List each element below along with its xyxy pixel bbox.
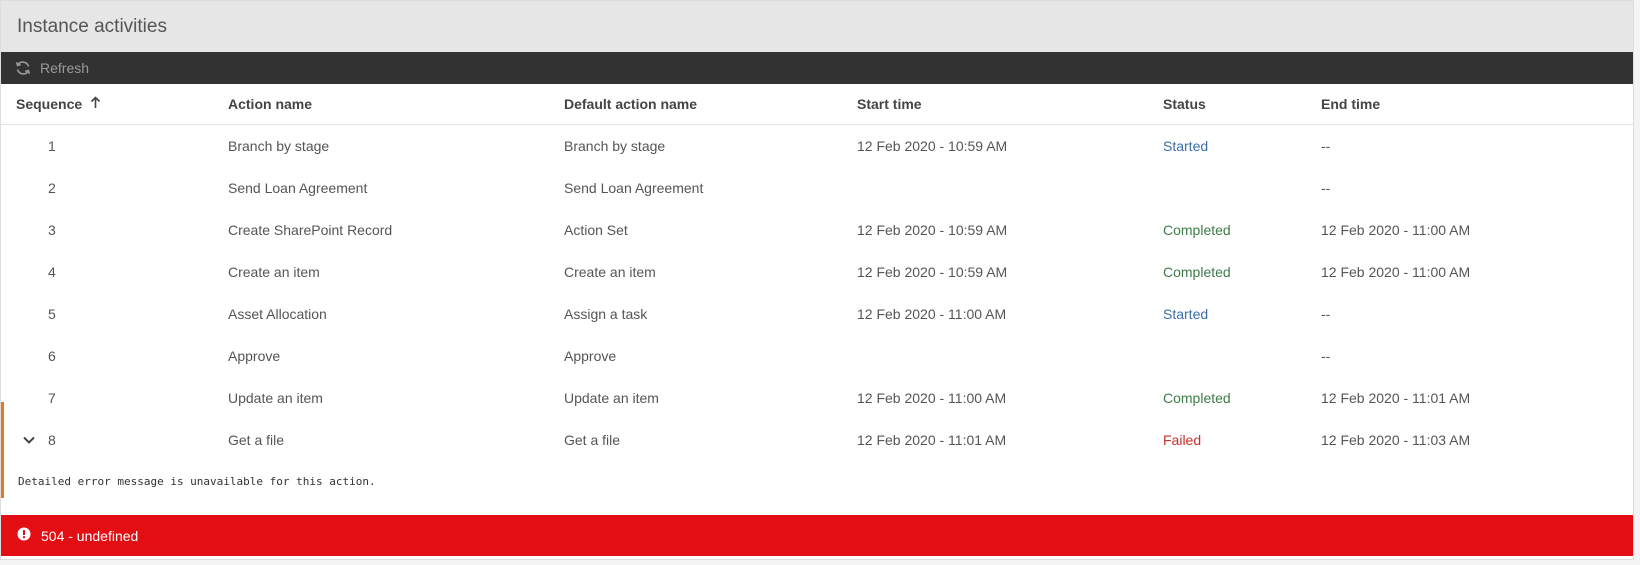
panel-title: Instance activities [17,15,167,37]
sequence-cell: 5 [48,305,56,322]
error-banner: 504 - undefined [1,515,1633,556]
end-time-cell: -- [1321,347,1331,364]
detail-error-message: Detailed error message is unavailable fo… [18,474,376,488]
arrow-up-icon [90,96,101,112]
status-cell: Started [1163,137,1209,154]
table-row[interactable]: 2 Send Loan Agreement Send Loan Agreemen… [1,167,1633,209]
default-action-name-cell: Branch by stage [564,137,666,154]
refresh-icon [15,60,31,76]
status-cell: Completed [1163,221,1231,238]
sequence-cell: 7 [48,389,56,406]
table-row[interactable]: 6 Approve Approve -- [1,335,1633,377]
status-cell [1163,167,1321,209]
expanded-row-indicator [1,402,4,498]
action-name-cell: Branch by stage [228,137,330,154]
end-time-cell: 12 Feb 2020 - 11:01 AM [1321,389,1471,406]
refresh-label: Refresh [40,60,90,76]
end-time-cell: -- [1321,305,1331,322]
sequence-cell: 6 [48,347,56,364]
sequence-cell: 1 [48,137,56,154]
default-action-name-cell: Approve [564,347,617,364]
chevron-down-icon[interactable] [16,435,48,445]
table-row[interactable]: 4 Create an item Create an item 12 Feb 2… [1,251,1633,293]
end-time-cell: -- [1321,137,1331,154]
action-name-cell: Get a file [228,431,285,448]
status-cell: Completed [1163,263,1231,280]
default-action-name-cell: Assign a task [564,305,648,322]
column-header-status[interactable]: Status [1163,84,1321,125]
sequence-cell: 4 [48,263,56,280]
start-time-cell: 12 Feb 2020 - 10:59 AM [857,263,1008,280]
start-time-cell [857,335,1163,377]
status-cell: Completed [1163,389,1231,406]
table-row[interactable]: 3 Create SharePoint Record Action Set 12… [1,209,1633,251]
default-action-name-cell: Action Set [564,221,628,238]
panel-header: Instance activities [1,1,1633,52]
sequence-cell: 8 [48,431,56,448]
activities-table-area: Sequence Action name Default action name… [1,84,1633,533]
default-action-name-cell: Get a file [564,431,621,448]
error-message: 504 - undefined [41,527,139,544]
action-name-cell: Approve [228,347,281,364]
table-row-expanded[interactable]: 8 Get a file Get a file 12 Feb 2020 - 11… [1,419,1633,461]
end-time-cell: 12 Feb 2020 - 11:00 AM [1321,263,1471,280]
default-action-name-cell: Update an item [564,389,659,406]
column-header-action-name[interactable]: Action name [228,84,564,125]
start-time-cell: 12 Feb 2020 - 11:01 AM [857,431,1007,448]
status-cell: Started [1163,305,1209,322]
action-name-cell: Send Loan Agreement [228,179,368,196]
alert-circle-icon [17,527,31,544]
activities-table: Sequence Action name Default action name… [1,84,1633,533]
default-action-name-cell: Create an item [564,263,656,280]
start-time-cell: 12 Feb 2020 - 11:00 AM [857,305,1007,322]
start-time-cell: 12 Feb 2020 - 11:00 AM [857,389,1007,406]
action-name-cell: Asset Allocation [228,305,327,322]
end-time-cell: 12 Feb 2020 - 11:00 AM [1321,221,1471,238]
status-cell: Failed [1163,431,1202,448]
start-time-cell: 12 Feb 2020 - 10:59 AM [857,221,1008,238]
end-time-cell: 12 Feb 2020 - 11:03 AM [1321,431,1471,448]
column-header-end-time[interactable]: End time [1321,84,1633,125]
column-header-start-time[interactable]: Start time [857,84,1163,125]
column-header-sequence[interactable]: Sequence [1,84,228,125]
action-name-cell: Create SharePoint Record [228,221,393,238]
sequence-cell: 2 [48,179,56,196]
status-cell [1163,335,1321,377]
instance-activities-panel: Instance activities Refresh Sequence Act… [0,0,1634,560]
table-header-row: Sequence Action name Default action name… [1,84,1633,125]
table-row[interactable]: 7 Update an item Update an item 12 Feb 2… [1,377,1633,419]
sequence-cell: 3 [48,221,56,238]
refresh-button[interactable]: Refresh [15,60,89,76]
action-name-cell: Create an item [228,263,320,280]
default-action-name-cell: Send Loan Agreement [564,179,704,196]
toolbar: Refresh [1,52,1633,84]
start-time-cell: 12 Feb 2020 - 10:59 AM [857,137,1008,154]
action-name-cell: Update an item [228,389,323,406]
end-time-cell: -- [1321,179,1331,196]
start-time-cell [857,167,1163,209]
column-header-default-action-name[interactable]: Default action name [564,84,857,125]
table-row[interactable]: 1 Branch by stage Branch by stage 12 Feb… [1,124,1633,167]
table-row[interactable]: 5 Asset Allocation Assign a task 12 Feb … [1,293,1633,335]
